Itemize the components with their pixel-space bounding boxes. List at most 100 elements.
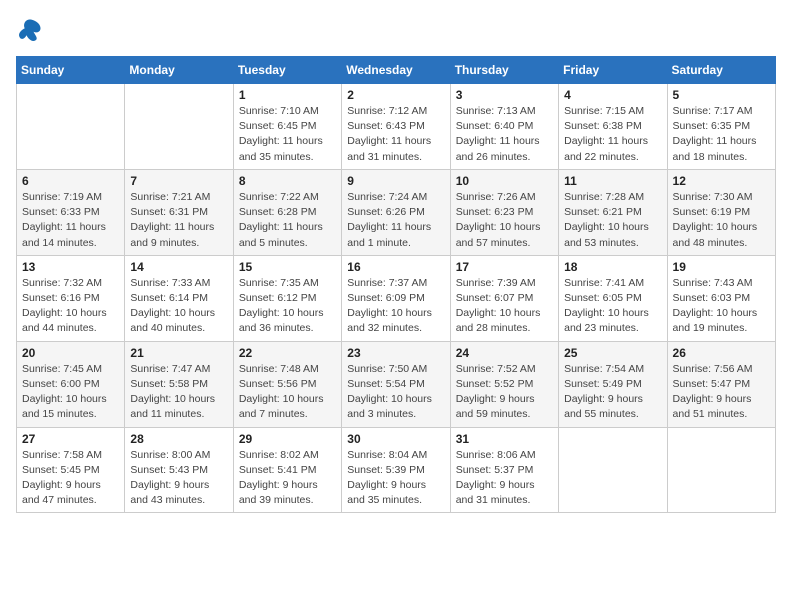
calendar-cell: 31 Sunrise: 8:06 AM Sunset: 5:37 PM Dayli…	[450, 427, 558, 513]
calendar-cell: 27 Sunrise: 7:58 AM Sunset: 5:45 PM Dayli…	[17, 427, 125, 513]
calendar-cell: 5Sunrise: 7:17 AM Sunset: 6:35 PM Daylig…	[667, 84, 775, 170]
calendar-cell: 4Sunrise: 7:15 AM Sunset: 6:38 PM Daylig…	[559, 84, 667, 170]
weekday-header: Sunday	[17, 57, 125, 84]
day-number: 21	[130, 346, 227, 360]
weekday-header: Tuesday	[233, 57, 341, 84]
calendar-cell: 30Sunrise: 8:04 AM Sunset: 5:39 PM Dayli…	[342, 427, 450, 513]
calendar-cell: 28 Sunrise: 8:00 AM Sunset: 5:43 PM Dayli…	[125, 427, 233, 513]
day-detail: Sunrise: 7:17 AM Sunset: 6:35 PM Dayligh…	[673, 104, 770, 165]
day-number: 22	[239, 346, 336, 360]
day-detail: Sunrise: 7:37 AM Sunset: 6:09 PM Dayligh…	[347, 276, 444, 337]
day-number: 13	[22, 260, 119, 274]
logo-bird-icon	[16, 16, 44, 44]
calendar-cell: 23Sunrise: 7:50 AM Sunset: 5:54 PM Dayli…	[342, 341, 450, 427]
calendar-cell: 3 Sunrise: 7:13 AM Sunset: 6:40 PM Daylig…	[450, 84, 558, 170]
day-detail: Sunrise: 7:24 AM Sunset: 6:26 PM Dayligh…	[347, 190, 444, 251]
calendar-cell: 12Sunrise: 7:30 AM Sunset: 6:19 PM Dayli…	[667, 169, 775, 255]
day-number: 9	[347, 174, 444, 188]
day-number: 27	[22, 432, 119, 446]
calendar-cell: 7Sunrise: 7:21 AM Sunset: 6:31 PM Daylig…	[125, 169, 233, 255]
day-number: 26	[673, 346, 770, 360]
calendar-cell: 16 Sunrise: 7:37 AM Sunset: 6:09 PM Dayli…	[342, 255, 450, 341]
day-detail: Sunrise: 7:41 AM Sunset: 6:05 PM Dayligh…	[564, 276, 661, 337]
weekday-header: Saturday	[667, 57, 775, 84]
day-number: 24	[456, 346, 553, 360]
calendar-cell: 26 Sunrise: 7:56 AM Sunset: 5:47 PM Dayli…	[667, 341, 775, 427]
calendar-week-row: 1 Sunrise: 7:10 AM Sunset: 6:45 PM Daylig…	[17, 84, 776, 170]
day-detail: Sunrise: 7:22 AM Sunset: 6:28 PM Dayligh…	[239, 190, 336, 251]
day-number: 29	[239, 432, 336, 446]
calendar-cell: 11 Sunrise: 7:28 AM Sunset: 6:21 PM Dayli…	[559, 169, 667, 255]
page-header	[16, 16, 776, 44]
day-detail: Sunrise: 7:13 AM Sunset: 6:40 PM Dayligh…	[456, 104, 553, 165]
day-detail: Sunrise: 7:15 AM Sunset: 6:38 PM Dayligh…	[564, 104, 661, 165]
calendar-week-row: 13 Sunrise: 7:32 AM Sunset: 6:16 PM Dayli…	[17, 255, 776, 341]
day-detail: Sunrise: 7:28 AM Sunset: 6:21 PM Dayligh…	[564, 190, 661, 251]
day-detail: Sunrise: 7:48 AM Sunset: 5:56 PM Dayligh…	[239, 362, 336, 423]
day-number: 16	[347, 260, 444, 274]
day-detail: Sunrise: 7:45 AM Sunset: 6:00 PM Dayligh…	[22, 362, 119, 423]
calendar-cell: 22 Sunrise: 7:48 AM Sunset: 5:56 PM Dayli…	[233, 341, 341, 427]
day-detail: Sunrise: 7:47 AM Sunset: 5:58 PM Dayligh…	[130, 362, 227, 423]
day-number: 3	[456, 88, 553, 102]
calendar-week-row: 27 Sunrise: 7:58 AM Sunset: 5:45 PM Dayli…	[17, 427, 776, 513]
day-number: 17	[456, 260, 553, 274]
day-detail: Sunrise: 7:35 AM Sunset: 6:12 PM Dayligh…	[239, 276, 336, 337]
calendar-table: SundayMondayTuesdayWednesdayThursdayFrid…	[16, 56, 776, 513]
calendar-cell: 21 Sunrise: 7:47 AM Sunset: 5:58 PM Dayli…	[125, 341, 233, 427]
day-detail: Sunrise: 8:02 AM Sunset: 5:41 PM Dayligh…	[239, 448, 336, 509]
day-detail: Sunrise: 8:00 AM Sunset: 5:43 PM Dayligh…	[130, 448, 227, 509]
day-detail: Sunrise: 7:58 AM Sunset: 5:45 PM Dayligh…	[22, 448, 119, 509]
day-detail: Sunrise: 7:10 AM Sunset: 6:45 PM Dayligh…	[239, 104, 336, 165]
day-number: 1	[239, 88, 336, 102]
day-detail: Sunrise: 8:06 AM Sunset: 5:37 PM Dayligh…	[456, 448, 553, 509]
calendar-cell: 18Sunrise: 7:41 AM Sunset: 6:05 PM Dayli…	[559, 255, 667, 341]
day-number: 10	[456, 174, 553, 188]
calendar-cell: 8Sunrise: 7:22 AM Sunset: 6:28 PM Daylig…	[233, 169, 341, 255]
day-detail: Sunrise: 7:19 AM Sunset: 6:33 PM Dayligh…	[22, 190, 119, 251]
day-detail: Sunrise: 7:39 AM Sunset: 6:07 PM Dayligh…	[456, 276, 553, 337]
day-number: 11	[564, 174, 661, 188]
calendar-cell	[125, 84, 233, 170]
calendar-cell: 13 Sunrise: 7:32 AM Sunset: 6:16 PM Dayli…	[17, 255, 125, 341]
weekday-header: Thursday	[450, 57, 558, 84]
calendar-cell: 14 Sunrise: 7:33 AM Sunset: 6:14 PM Dayli…	[125, 255, 233, 341]
logo	[16, 16, 48, 44]
weekday-header: Wednesday	[342, 57, 450, 84]
calendar-week-row: 6 Sunrise: 7:19 AM Sunset: 6:33 PM Daylig…	[17, 169, 776, 255]
weekday-header: Monday	[125, 57, 233, 84]
day-number: 14	[130, 260, 227, 274]
calendar-cell: 6 Sunrise: 7:19 AM Sunset: 6:33 PM Daylig…	[17, 169, 125, 255]
day-number: 28	[130, 432, 227, 446]
day-number: 31	[456, 432, 553, 446]
calendar-cell: 10 Sunrise: 7:26 AM Sunset: 6:23 PM Dayli…	[450, 169, 558, 255]
day-number: 2	[347, 88, 444, 102]
day-number: 19	[673, 260, 770, 274]
day-number: 7	[130, 174, 227, 188]
day-detail: Sunrise: 7:26 AM Sunset: 6:23 PM Dayligh…	[456, 190, 553, 251]
day-number: 20	[22, 346, 119, 360]
calendar-cell: 24 Sunrise: 7:52 AM Sunset: 5:52 PM Dayli…	[450, 341, 558, 427]
day-detail: Sunrise: 7:52 AM Sunset: 5:52 PM Dayligh…	[456, 362, 553, 423]
day-detail: Sunrise: 8:04 AM Sunset: 5:39 PM Dayligh…	[347, 448, 444, 509]
calendar-cell	[559, 427, 667, 513]
day-detail: Sunrise: 7:33 AM Sunset: 6:14 PM Dayligh…	[130, 276, 227, 337]
day-detail: Sunrise: 7:43 AM Sunset: 6:03 PM Dayligh…	[673, 276, 770, 337]
calendar-cell: 9 Sunrise: 7:24 AM Sunset: 6:26 PM Daylig…	[342, 169, 450, 255]
calendar-cell	[667, 427, 775, 513]
day-detail: Sunrise: 7:12 AM Sunset: 6:43 PM Dayligh…	[347, 104, 444, 165]
calendar-header-row: SundayMondayTuesdayWednesdayThursdayFrid…	[17, 57, 776, 84]
day-detail: Sunrise: 7:54 AM Sunset: 5:49 PM Dayligh…	[564, 362, 661, 423]
calendar-cell: 15 Sunrise: 7:35 AM Sunset: 6:12 PM Dayli…	[233, 255, 341, 341]
calendar-cell: 19 Sunrise: 7:43 AM Sunset: 6:03 PM Dayli…	[667, 255, 775, 341]
calendar-week-row: 20 Sunrise: 7:45 AM Sunset: 6:00 PM Dayli…	[17, 341, 776, 427]
day-detail: Sunrise: 7:32 AM Sunset: 6:16 PM Dayligh…	[22, 276, 119, 337]
day-detail: Sunrise: 7:56 AM Sunset: 5:47 PM Dayligh…	[673, 362, 770, 423]
day-number: 15	[239, 260, 336, 274]
calendar-cell: 2 Sunrise: 7:12 AM Sunset: 6:43 PM Daylig…	[342, 84, 450, 170]
day-number: 6	[22, 174, 119, 188]
weekday-header: Friday	[559, 57, 667, 84]
day-number: 25	[564, 346, 661, 360]
calendar-cell: 25 Sunrise: 7:54 AM Sunset: 5:49 PM Dayli…	[559, 341, 667, 427]
calendar-cell: 20 Sunrise: 7:45 AM Sunset: 6:00 PM Dayli…	[17, 341, 125, 427]
